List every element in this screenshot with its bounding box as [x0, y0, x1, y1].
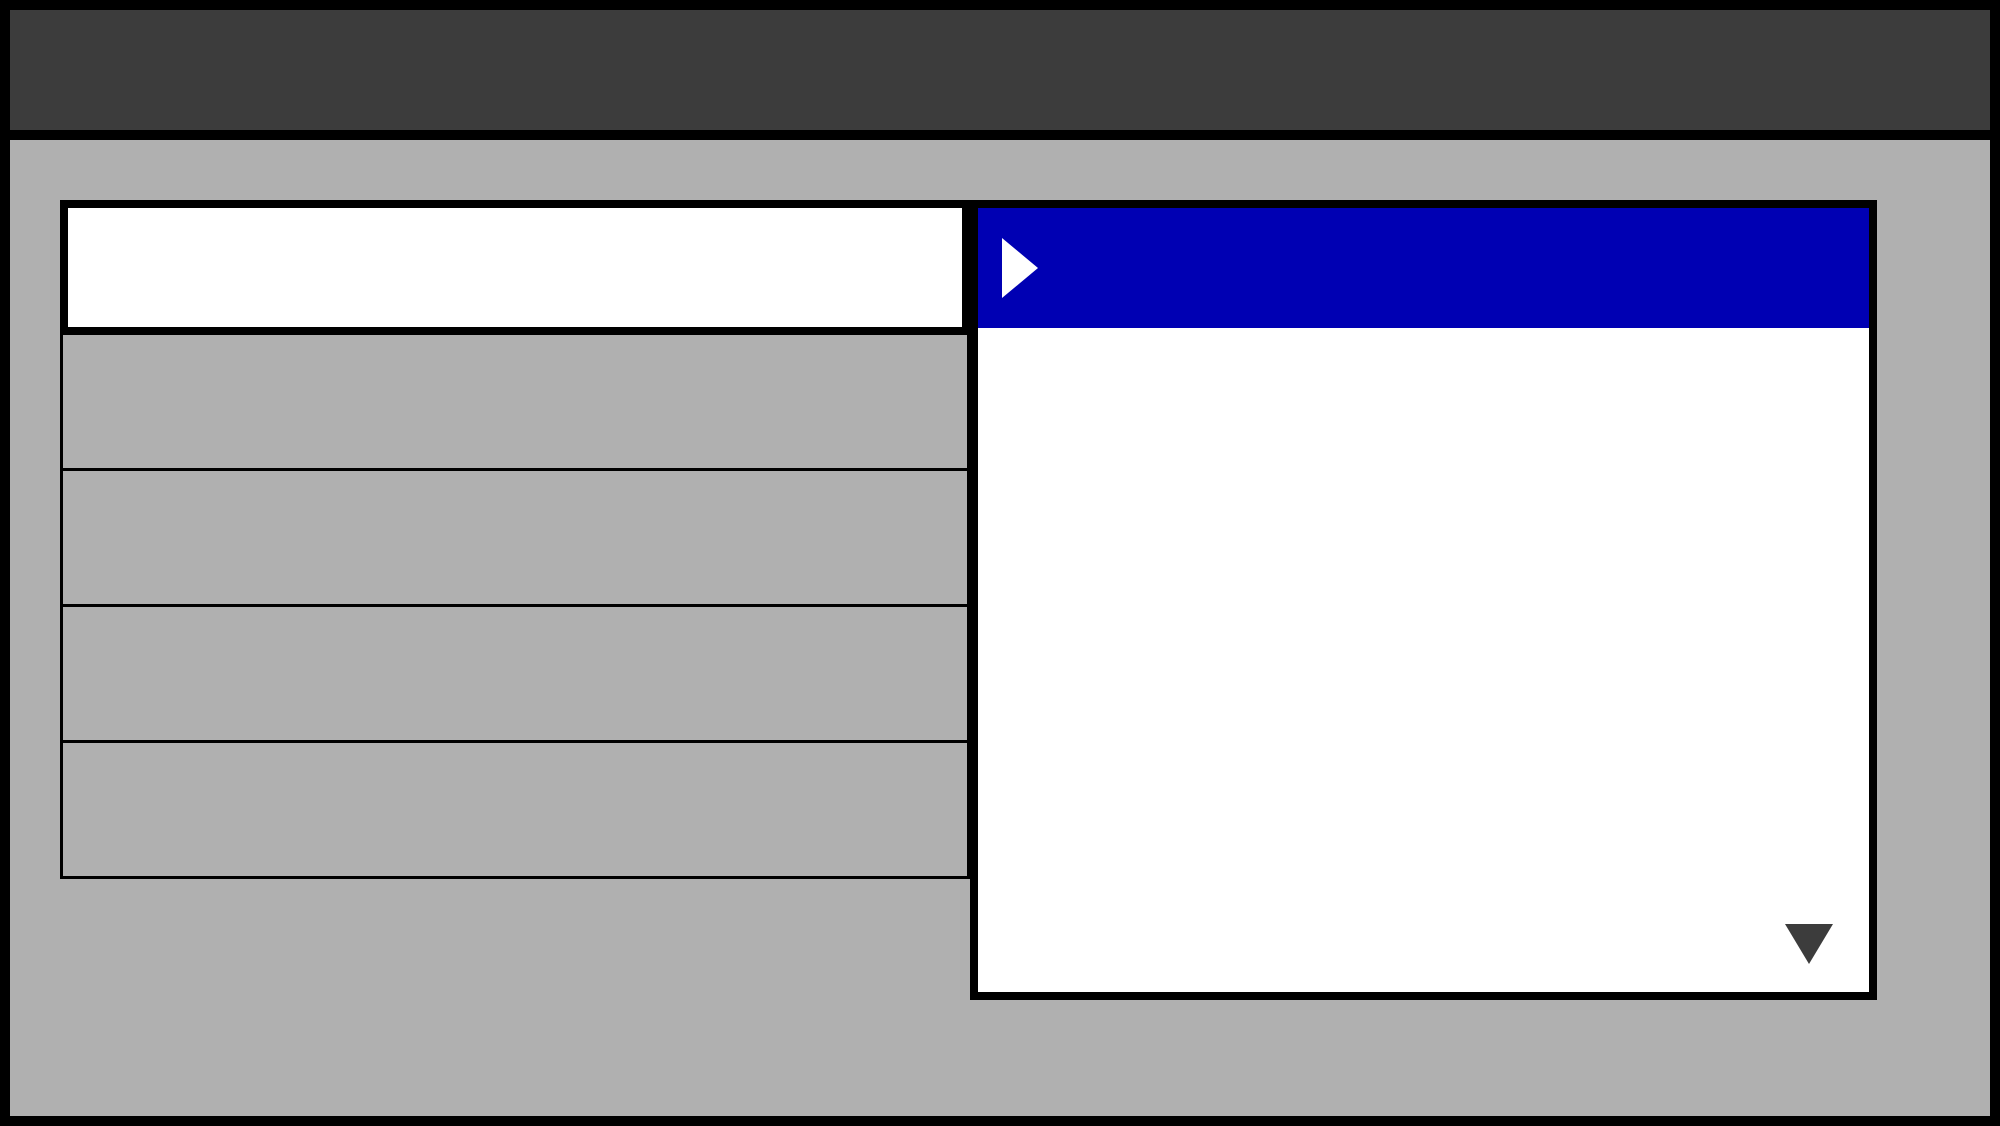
menu-item-2[interactable] [60, 468, 970, 607]
content-area [60, 200, 1930, 1076]
submenu-item-selected[interactable] [978, 208, 1869, 328]
titlebar [10, 10, 1990, 140]
scroll-down-icon[interactable] [1785, 924, 1833, 964]
menu-item-0[interactable] [60, 200, 970, 335]
menu-item-3[interactable] [60, 604, 970, 743]
menu-item-4[interactable] [60, 740, 970, 879]
menu-list [60, 200, 970, 876]
play-arrow-icon [1002, 238, 1038, 298]
application-window [0, 0, 2000, 1126]
submenu-panel [970, 200, 1877, 1000]
menu-item-1[interactable] [60, 332, 970, 471]
